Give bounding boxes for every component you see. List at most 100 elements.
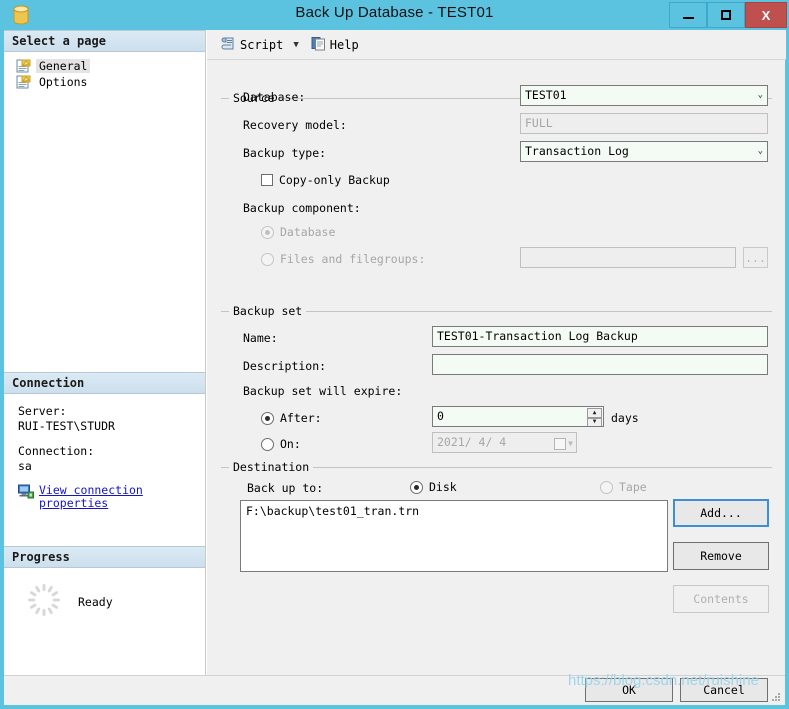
computer-connection-icon [18, 484, 34, 499]
destination-group-title: Destination [229, 460, 314, 474]
cancel-button[interactable]: Cancel [680, 678, 768, 702]
script-button[interactable]: Script [217, 34, 287, 56]
chevron-down-icon: ▼ [568, 439, 573, 448]
backup-set-group-title: Backup set [229, 304, 307, 318]
connection-header: Connection [4, 372, 205, 394]
help-label: Help [329, 37, 359, 52]
backup-set-description-label: Description: [243, 359, 327, 373]
ok-label: OK [622, 683, 636, 697]
ok-button[interactable]: OK [585, 678, 673, 702]
backup-type-select[interactable]: Transaction Log ⌄ [520, 141, 768, 162]
copy-only-backup-checkbox[interactable]: Copy-only Backup [261, 173, 390, 187]
expire-on-radio[interactable]: On: [261, 437, 301, 451]
backup-set-expire-row: Backup set will expire: [243, 384, 402, 398]
list-item[interactable]: F:\backup\test01_tran.trn [246, 504, 662, 518]
days-unit-label-row: days [611, 411, 639, 425]
add-destination-button[interactable]: Add... [673, 499, 769, 527]
backup-component-label: Backup component: [243, 201, 361, 215]
expire-after-days-input[interactable]: 0 ▲ ▼ [432, 406, 604, 427]
backup-database-dialog: Back Up Database - TEST01 X Select a pag… [0, 0, 789, 709]
expire-on-date-input: 2021/ 4/ 4 ▼ [432, 432, 577, 453]
expire-after-radio[interactable]: After: [261, 411, 322, 425]
content-pane: Script ▼ Help Source Database: TEST01 ⌄ … [206, 30, 786, 675]
backup-set-name-value: TEST01-Transaction Log Backup [437, 329, 638, 343]
radio-icon [410, 480, 423, 494]
component-database-radio[interactable]: Database [261, 225, 335, 239]
title-bar: Back Up Database - TEST01 X [0, 0, 789, 30]
page-document-icon [16, 59, 31, 73]
recovery-model-value: FULL [520, 113, 768, 134]
backup-set-name-label: Name: [243, 331, 278, 345]
expire-on-label: On: [280, 437, 301, 451]
remove-destination-label: Remove [700, 549, 742, 563]
chevron-down-icon: ⌄ [757, 90, 763, 100]
radio-icon [261, 411, 274, 425]
destination-tape-radio[interactable]: Tape [600, 480, 647, 494]
minimize-icon [682, 17, 694, 19]
connection-panel: Server: RUI-TEST\STUDR Connection: sa Vi… [4, 394, 205, 546]
sidebar-item-general[interactable]: General [16, 59, 197, 73]
database-row: Database: [243, 90, 305, 104]
chevron-down-icon: ⌄ [757, 146, 763, 156]
expire-on-date-value: 2021/ 4/ 4 [437, 435, 507, 449]
sidebar-item-label: General [36, 59, 91, 73]
server-label: Server: [18, 404, 67, 418]
progress-spinner-icon [26, 582, 62, 621]
radio-icon [600, 480, 613, 494]
days-unit-label: days [611, 411, 639, 425]
database-select[interactable]: TEST01 ⌄ [520, 85, 768, 106]
backup-type-row: Backup type: [243, 146, 326, 160]
spinner-buttons[interactable]: ▲ ▼ [587, 408, 602, 426]
add-destination-label: Add... [700, 506, 742, 520]
page-list: General Options [4, 52, 205, 372]
maximize-button[interactable] [707, 2, 745, 28]
resize-grip[interactable] [769, 691, 781, 703]
connection-value: sa [18, 459, 32, 473]
radio-icon [261, 225, 274, 239]
server-value: RUI-TEST\STUDR [18, 419, 115, 433]
backup-set-name-input[interactable]: TEST01-Transaction Log Backup [432, 326, 768, 347]
script-icon [221, 36, 236, 54]
calendar-icon [554, 437, 567, 450]
backup-set-description-input[interactable] [432, 354, 768, 375]
destination-disk-radio[interactable]: Disk [410, 480, 457, 494]
progress-panel: Ready [4, 568, 205, 658]
help-icon [311, 36, 326, 54]
close-button[interactable]: X [745, 2, 787, 28]
destination-path-list[interactable]: F:\backup\test01_tran.trn [240, 500, 668, 572]
component-database-label: Database [280, 225, 336, 239]
spinner-down-icon[interactable]: ▼ [587, 417, 602, 426]
checkbox-icon [261, 174, 273, 186]
page-document-icon [16, 75, 31, 89]
destination-disk-label: Disk [429, 480, 457, 494]
script-label: Script [240, 37, 284, 52]
expire-after-days-value: 0 [437, 409, 444, 423]
backup-type-value: Transaction Log [525, 144, 629, 158]
spinner-up-icon[interactable]: ▲ [587, 408, 602, 418]
link-line-2: properties [39, 496, 109, 510]
help-button[interactable]: Help [307, 34, 363, 56]
expire-after-label: After: [280, 411, 322, 425]
contents-label: Contents [693, 592, 749, 606]
component-files-label: Files and filegroups: [280, 252, 426, 266]
chevron-down-icon[interactable]: ▼ [293, 40, 298, 50]
component-files-radio[interactable]: Files and filegroups: [261, 252, 425, 266]
backup-component-row: Backup component: [243, 201, 361, 215]
database-label: Database: [243, 90, 306, 104]
backup-to-label: Back up to: [247, 481, 324, 495]
copy-only-backup-label: Copy-only Backup [279, 173, 390, 187]
sidebar: Select a page General Options Connection… [4, 30, 206, 675]
sidebar-item-options[interactable]: Options [16, 75, 197, 89]
sidebar-item-label: Options [39, 75, 88, 89]
view-connection-properties-link[interactable]: View connection properties [18, 484, 197, 510]
dialog-footer: OK Cancel [4, 675, 785, 705]
component-files-input [520, 247, 736, 268]
select-page-header: Select a page [4, 30, 205, 52]
radio-icon [261, 252, 274, 266]
dialog-toolbar: Script ▼ Help [207, 30, 786, 60]
recovery-model-row: Recovery model: [243, 118, 347, 132]
remove-destination-button[interactable]: Remove [673, 542, 769, 570]
contents-button: Contents [673, 585, 769, 613]
minimize-button[interactable] [669, 2, 707, 28]
maximize-icon [721, 10, 731, 20]
